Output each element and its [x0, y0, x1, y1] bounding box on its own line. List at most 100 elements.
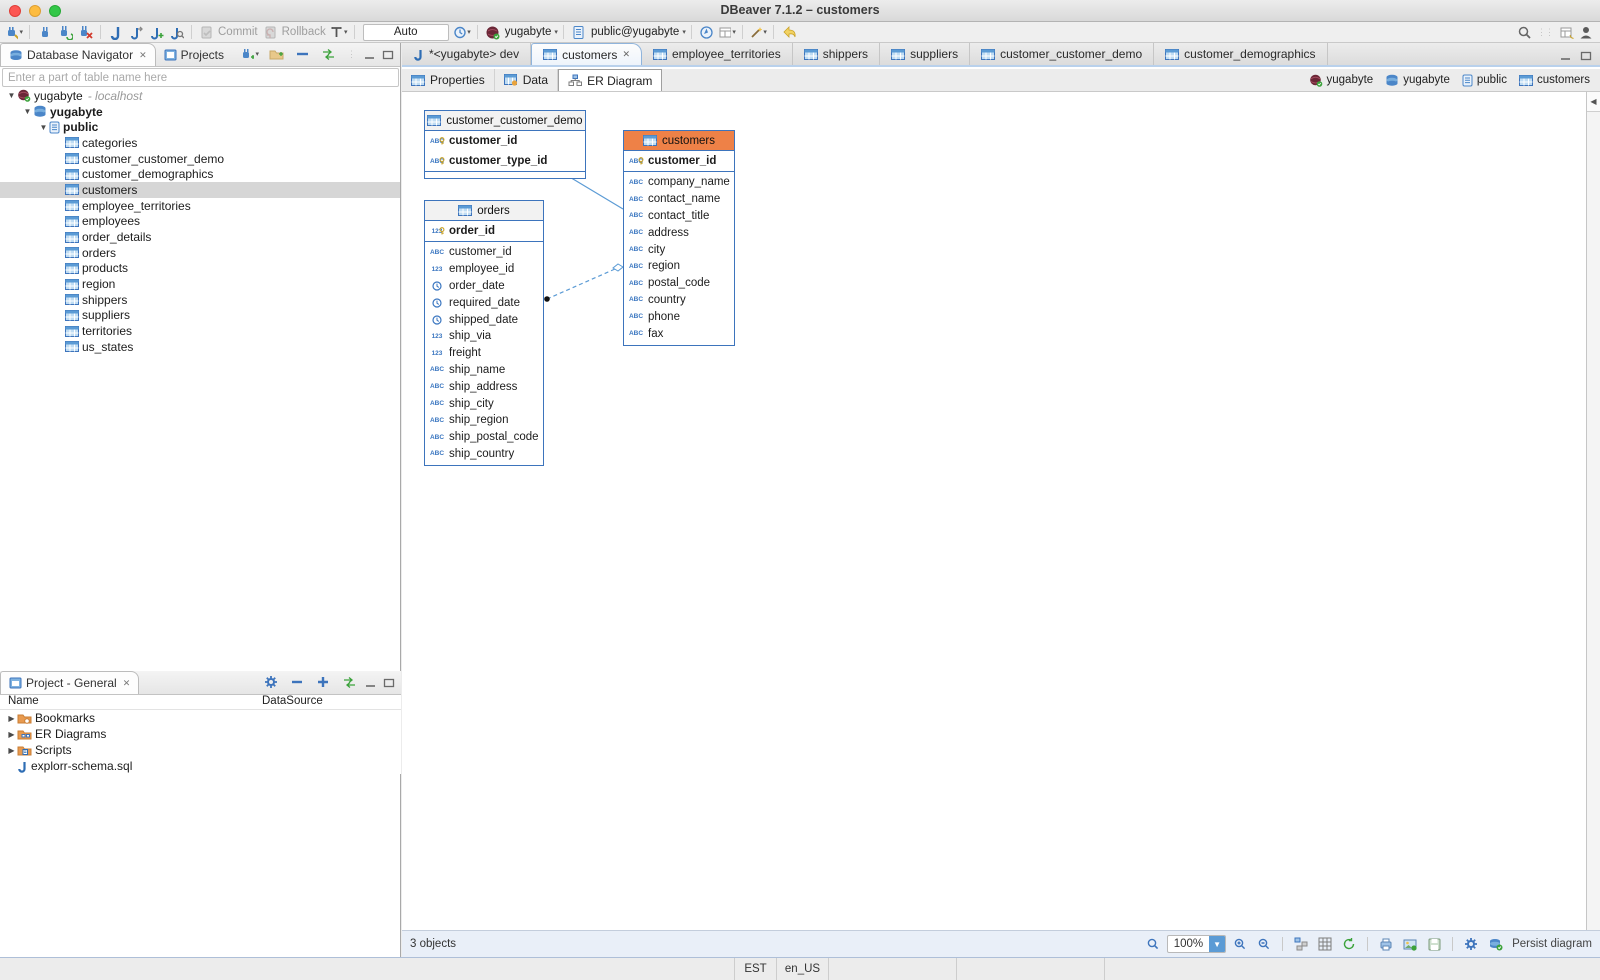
editor-tab-customer-demographics[interactable]: customer_demographics [1154, 43, 1327, 65]
persist-diagram-icon[interactable] [1486, 935, 1504, 953]
maximize-view-icon[interactable] [382, 49, 394, 59]
persist-diagram-button[interactable]: Persist diagram [1512, 938, 1592, 950]
project-item-explorr-schema-sql[interactable]: explorr-schema.sql [0, 758, 401, 774]
entity-column-ship_region[interactable]: ABCship_region [425, 412, 543, 429]
entity-column-contact_title[interactable]: ABCcontact_title [624, 208, 734, 225]
close-navigator-tab-icon[interactable]: ✕ [139, 50, 147, 61]
print-diagram-icon[interactable] [1377, 935, 1395, 953]
entity-column-required_date[interactable]: required_date [425, 294, 543, 311]
user-profile-icon[interactable] [1577, 23, 1595, 41]
commit-icon[interactable] [198, 23, 216, 41]
tree-item-customers[interactable]: customers [0, 182, 400, 198]
subtab-er-diagram[interactable]: ER Diagram [558, 69, 662, 91]
zoom-dropdown-icon[interactable]: ▼ [1209, 935, 1225, 953]
entity-column-phone[interactable]: ABCphone [624, 308, 734, 325]
entity-customers[interactable]: customersABCcustomer_idABCcompany_nameAB… [623, 130, 735, 346]
tree-item-us-states[interactable]: us_states [0, 339, 400, 355]
minimize-view-icon[interactable] [364, 49, 376, 59]
zoom-level-select[interactable]: 100% ▼ [1167, 935, 1226, 953]
er-diagram-canvas[interactable]: customer_customer_demoABCcustomer_idABCc… [402, 91, 1586, 930]
entity-orders[interactable]: orders123order_idABCcustomer_id123employ… [424, 200, 544, 466]
tree-twisty-icon[interactable]: ▼ [22, 107, 33, 116]
tree-item-order-details[interactable]: order_details [0, 229, 400, 245]
entity-column-contact_name[interactable]: ABCcontact_name [624, 191, 734, 208]
project-maximize-icon[interactable] [383, 677, 395, 687]
entity-header[interactable]: customers [624, 131, 734, 151]
subtab-data[interactable]: Data [495, 69, 558, 91]
entity-column-customer_id[interactable]: ABCcustomer_id [425, 244, 543, 261]
entity-customer_customer_demo[interactable]: customer_customer_demoABCcustomer_idABCc… [424, 110, 586, 179]
editor-minimize-icon[interactable] [1560, 50, 1572, 60]
transaction-mode-select[interactable]: Auto [363, 24, 449, 41]
nav-new-folder-icon[interactable] [267, 45, 285, 63]
entity-column-employee_id[interactable]: 123employee_id [425, 261, 543, 278]
editor-tab--yugabyte-dev[interactable]: *<yugabyte> dev [402, 43, 531, 65]
tree-item-orders[interactable]: orders [0, 245, 400, 261]
editor-maximize-icon[interactable] [1580, 50, 1592, 60]
panels-icon[interactable]: ▾ [718, 23, 736, 41]
zoom-in-icon[interactable] [1231, 935, 1249, 953]
sql-templates-icon[interactable] [698, 23, 716, 41]
palette-expand-icon[interactable]: ◀ [1587, 92, 1600, 112]
tab-project-general[interactable]: Project - General ✕ [0, 671, 139, 694]
format-wand-icon[interactable]: ▾ [749, 23, 767, 41]
tree-item-public[interactable]: ▼public [0, 119, 400, 135]
tab-projects[interactable]: Projects [156, 43, 232, 66]
entity-column-region[interactable]: ABCregion [624, 258, 734, 275]
database-selector[interactable]: public@yugabyte [591, 26, 679, 38]
tree-item-shippers[interactable]: shippers [0, 292, 400, 308]
open-sql-editor-icon[interactable] [127, 23, 145, 41]
navigate-back-icon[interactable] [780, 23, 798, 41]
entity-header[interactable]: customer_customer_demo [425, 111, 585, 131]
tree-twisty-icon[interactable]: ▶ [6, 730, 17, 739]
collapse-all-icon[interactable] [293, 45, 311, 63]
close-tab-icon[interactable]: ✕ [622, 49, 630, 60]
diagram-settings-gear-icon[interactable] [1462, 935, 1480, 953]
tree-twisty-icon[interactable]: ▼ [6, 91, 17, 100]
entity-column-customer_id[interactable]: ABCcustomer_id [425, 131, 585, 151]
new-sql-editor-icon[interactable] [107, 23, 125, 41]
project-item-bookmarks[interactable]: ▶Bookmarks [0, 710, 401, 726]
transaction-log-icon[interactable]: ▾ [330, 23, 348, 41]
table-filter-input[interactable] [2, 68, 399, 87]
entity-column-ship_via[interactable]: 123ship_via [425, 328, 543, 345]
entity-column-ship_postal_code[interactable]: ABCship_postal_code [425, 429, 543, 446]
entity-column-ship_address[interactable]: ABCship_address [425, 378, 543, 395]
connect-icon[interactable] [36, 23, 54, 41]
entity-column-customer_id[interactable]: ABCcustomer_id [624, 151, 734, 171]
zoom-out-icon[interactable] [1255, 935, 1273, 953]
entity-column-ship_name[interactable]: ABCship_name [425, 362, 543, 379]
editor-tab-suppliers[interactable]: suppliers [880, 43, 970, 65]
tree-item-products[interactable]: products [0, 261, 400, 277]
editor-tab-customers[interactable]: customers✕ [531, 43, 642, 65]
entity-column-shipped_date[interactable]: shipped_date [425, 311, 543, 328]
entity-header[interactable]: orders [425, 201, 543, 221]
entity-column-address[interactable]: ABCaddress [624, 224, 734, 241]
export-image-icon[interactable] [1401, 935, 1419, 953]
project-minimize-icon[interactable] [365, 677, 377, 687]
new-connection-icon[interactable]: ▾ [5, 23, 23, 41]
tree-item-employees[interactable]: employees [0, 214, 400, 230]
project-item-scripts[interactable]: ▶Scripts [0, 742, 401, 758]
project-link-icon[interactable] [340, 673, 358, 691]
project-settings-gear-icon[interactable] [262, 673, 280, 691]
entity-column-postal_code[interactable]: ABCpostal_code [624, 275, 734, 292]
tree-item-customer-demographics[interactable]: customer_demographics [0, 166, 400, 182]
connection-selector[interactable]: yugabyte [505, 26, 552, 38]
editor-tab-customer-customer-demo[interactable]: customer_customer_demo [970, 43, 1154, 65]
editor-tab-employee-territories[interactable]: employee_territories [642, 43, 793, 65]
tree-item-employee-territories[interactable]: employee_territories [0, 198, 400, 214]
column-header-datasource[interactable]: DataSource [262, 695, 323, 709]
breadcrumb-yugabyte[interactable]: yugabyte [1385, 74, 1450, 87]
nav-new-connection-icon[interactable]: ▾ [241, 45, 259, 63]
column-header-name[interactable]: Name [0, 695, 262, 709]
diagram-search-icon[interactable] [1144, 935, 1162, 953]
reconnect-icon[interactable] [56, 23, 74, 41]
connection-dropdown-icon[interactable]: ▾ [554, 28, 558, 36]
entity-column-country[interactable]: ABCcountry [624, 292, 734, 309]
find-sql-icon[interactable] [167, 23, 185, 41]
transaction-history-icon[interactable]: ▾ [453, 23, 471, 41]
project-add-icon[interactable] [314, 673, 332, 691]
close-project-tab-icon[interactable]: ✕ [123, 678, 131, 689]
entity-column-customer_type_id[interactable]: ABCcustomer_type_id [425, 151, 585, 171]
